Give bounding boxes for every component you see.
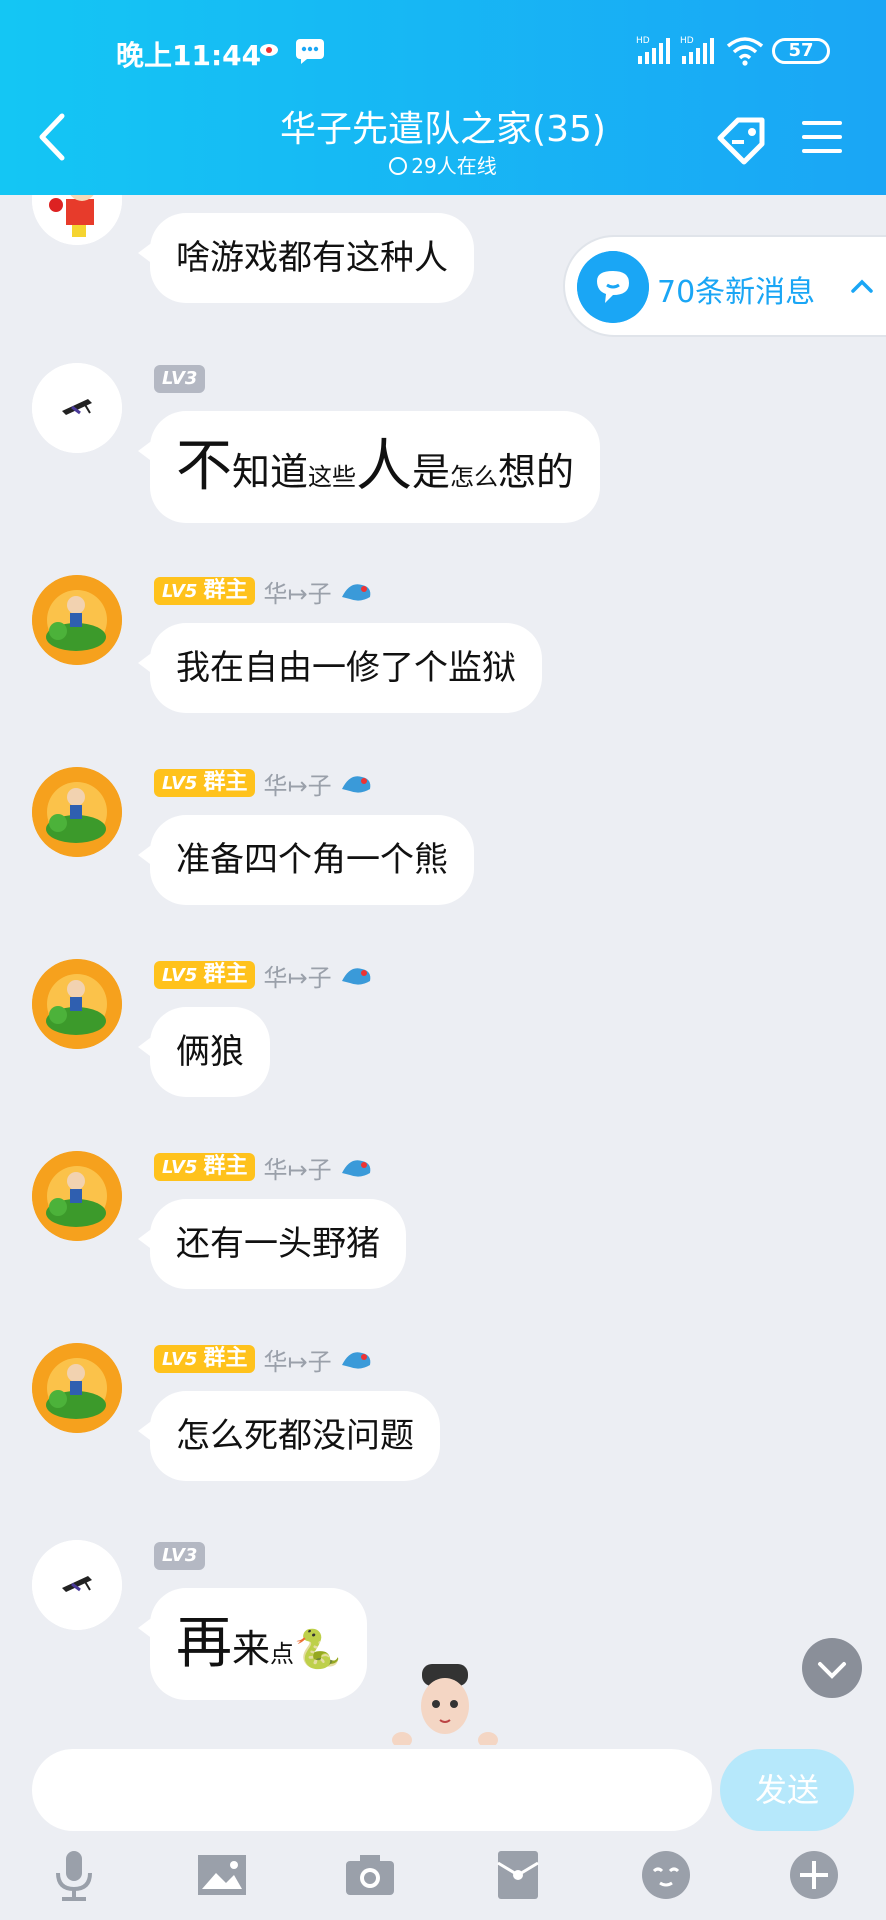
chevron-down-icon <box>818 1662 846 1679</box>
message-bubble-icon <box>577 251 649 323</box>
new-messages-button[interactable]: 70条新消息 <box>563 235 886 337</box>
new-messages-label: 70条新消息 <box>657 275 816 310</box>
message-bubble[interactable]: 我在自由一修了个监狱 <box>138 623 542 713</box>
sender-meta: LV5 群主 华↦子 <box>154 1150 374 1185</box>
app-notification-icon <box>260 44 278 56</box>
input-bar: 发送 <box>0 1745 886 1920</box>
avatar-sticker-icon[interactable] <box>390 1660 500 1748</box>
svg-text:HD: HD <box>636 36 650 46</box>
avatar[interactable] <box>32 363 122 453</box>
camera-icon[interactable] <box>340 1845 400 1905</box>
image-icon[interactable] <box>192 1845 252 1905</box>
sword-avatar-icon <box>32 1540 122 1630</box>
sender-meta: LV3 <box>154 1540 206 1572</box>
level-badge: LV5 群主 <box>154 1153 256 1181</box>
message-bubble[interactable]: 还有一头野猪 <box>138 1199 406 1289</box>
dragon-badge-icon <box>341 584 370 601</box>
emoji-icon[interactable] <box>636 1845 696 1905</box>
online-count-text: 29人在线 <box>411 154 497 178</box>
signal-icon: HD <box>636 36 670 64</box>
sender-meta: LV5 群主 华↦子 <box>154 766 374 801</box>
message-bubble[interactable]: 俩狼 <box>138 1007 270 1097</box>
battery-indicator: 57 <box>772 38 830 64</box>
microphone-icon[interactable] <box>44 1845 104 1905</box>
dragon-badge-icon <box>341 968 370 985</box>
message-bubble[interactable]: 怎么死都没问题 <box>138 1391 440 1481</box>
sender-nickname[interactable]: 华↦子 <box>263 958 331 993</box>
dragon-badge-icon <box>341 1160 370 1177</box>
sender-nickname[interactable]: 华↦子 <box>263 766 331 801</box>
online-status-icon <box>389 157 408 175</box>
message-input[interactable] <box>32 1749 712 1831</box>
avatar[interactable] <box>32 575 122 665</box>
message-notification-icon <box>296 39 324 64</box>
message-bubble[interactable]: 再来点🐍 <box>137 1588 368 1700</box>
status-time: 晚上11:44 <box>116 39 262 72</box>
message-bubble[interactable]: 准备四个角一个熊 <box>138 815 474 905</box>
sender-nickname[interactable]: 华↦子 <box>263 1342 331 1377</box>
dinosaur-rider-avatar-icon <box>32 1151 122 1241</box>
menu-icon[interactable] <box>800 117 844 157</box>
red-packet-icon[interactable] <box>488 1845 548 1905</box>
avatar[interactable] <box>32 1540 122 1630</box>
plus-icon[interactable] <box>784 1845 844 1905</box>
sender-nickname[interactable]: 华↦子 <box>263 1150 331 1185</box>
wifi-icon <box>726 37 764 66</box>
sender-meta: LV5 群主 华↦子 <box>154 958 374 993</box>
sender-meta: LV5 群主 华↦子 <box>154 1342 374 1377</box>
header: 晚上11:44 HD HD 57 华子先遣队之家(35) 29人在线 <box>0 0 886 195</box>
level-badge: LV3 <box>154 365 206 393</box>
group-tag-icon[interactable] <box>712 110 772 170</box>
message-bubble[interactable]: 不知道这些人是怎么想的 <box>137 411 601 523</box>
avatar[interactable] <box>32 1151 122 1241</box>
input-toolbar <box>0 1845 886 1915</box>
signal-icon-2: HD <box>680 36 714 64</box>
cartoon-avatar-icon <box>32 195 122 245</box>
level-badge: LV5 群主 <box>154 769 256 797</box>
message-bubble[interactable]: 啥游戏都有这种人 <box>138 213 474 303</box>
avatar[interactable] <box>32 959 122 1049</box>
sword-avatar-icon <box>32 363 122 453</box>
avatar[interactable] <box>32 1343 122 1433</box>
send-button[interactable]: 发送 <box>720 1749 854 1831</box>
dragon-badge-icon <box>341 1352 370 1369</box>
level-badge: LV5 群主 <box>154 1345 256 1373</box>
dinosaur-rider-avatar-icon <box>32 959 122 1049</box>
level-badge: LV5 群主 <box>154 577 256 605</box>
avatar[interactable] <box>32 767 122 857</box>
chevron-up-icon <box>851 279 873 293</box>
level-badge: LV3 <box>154 1542 206 1570</box>
dinosaur-rider-avatar-icon <box>32 575 122 665</box>
chat-area[interactable]: 啥游戏都有这种人 LV3 不知道这些人是怎么想的 LV5 群主 华↦子 我在自由… <box>0 195 886 1745</box>
scroll-down-button[interactable] <box>802 1638 862 1698</box>
svg-text:HD: HD <box>680 36 694 46</box>
status-bar: 晚上11:44 HD HD 57 <box>0 30 886 72</box>
level-badge: LV5 群主 <box>154 961 256 989</box>
sender-meta: LV5 群主 华↦子 <box>154 574 374 609</box>
dragon-badge-icon <box>341 776 370 793</box>
avatar[interactable] <box>32 195 122 245</box>
sender-nickname[interactable]: 华↦子 <box>263 574 331 609</box>
sender-meta: LV3 <box>154 363 206 395</box>
dinosaur-rider-avatar-icon <box>32 767 122 857</box>
dinosaur-rider-avatar-icon <box>32 1343 122 1433</box>
